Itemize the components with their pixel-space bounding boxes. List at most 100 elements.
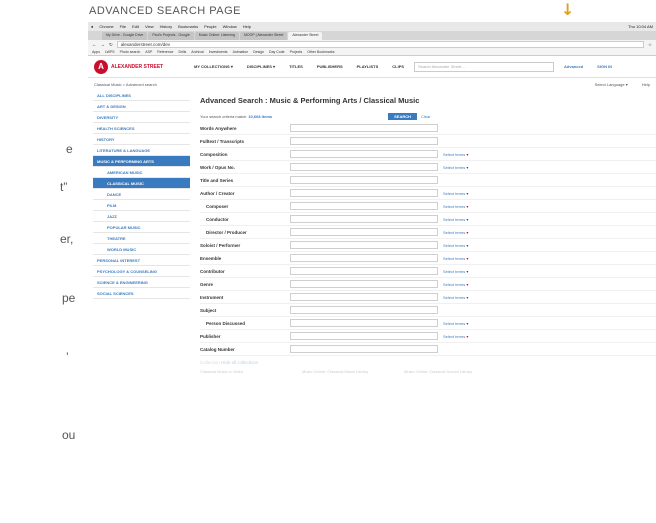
hide-collections-link[interactable]: Hide all collections — [221, 360, 258, 365]
field-input[interactable] — [290, 345, 438, 353]
nav-item[interactable]: PUBLISHERS — [317, 64, 343, 69]
field-input[interactable] — [290, 293, 438, 301]
field-input[interactable] — [290, 306, 438, 314]
bookmark-item[interactable]: Apps — [92, 50, 100, 54]
field-input[interactable] — [290, 241, 438, 249]
field-input[interactable] — [290, 163, 438, 171]
bookmark-item[interactable]: Projects — [290, 50, 303, 54]
sidebar-item[interactable]: JAZZ — [93, 211, 190, 222]
field-input[interactable] — [290, 150, 438, 158]
help-link[interactable]: Help — [642, 82, 650, 87]
nav-item[interactable]: TITLES — [289, 64, 303, 69]
field-input[interactable] — [290, 319, 438, 327]
select-terms-link[interactable]: Select terms ▾ — [443, 204, 468, 209]
field-input[interactable] — [290, 254, 438, 262]
breadcrumb[interactable]: Classical Music > Advanced search — [94, 82, 157, 87]
nav-item[interactable]: MY COLLECTIONS ▾ — [194, 64, 233, 69]
reload-icon[interactable]: ↻ — [109, 42, 113, 48]
sidebar-item[interactable]: SOCIAL SCIENCES — [93, 288, 190, 299]
field-input[interactable] — [290, 267, 438, 275]
field-input[interactable] — [290, 176, 438, 184]
field-input[interactable] — [290, 215, 438, 223]
menu-item[interactable]: People — [204, 24, 216, 29]
star-icon[interactable]: ☆ — [648, 42, 652, 48]
menu-item[interactable]: View — [145, 24, 154, 29]
sidebar-item[interactable]: HISTORY — [93, 134, 190, 145]
bookmark-item[interactable]: Investments — [209, 50, 228, 54]
nav-item[interactable]: DISCIPLINES ▾ — [247, 64, 275, 69]
select-terms-link[interactable]: Select terms ▾ — [443, 191, 468, 196]
select-terms-link[interactable]: Select terms ▾ — [443, 165, 468, 170]
menu-item[interactable]: Window — [223, 24, 237, 29]
clear-link[interactable]: Clear — [421, 114, 431, 119]
sidebar-item[interactable]: ALL DISCIPLINES — [93, 90, 190, 101]
search-button[interactable]: SEARCH — [388, 112, 418, 120]
select-terms-link[interactable]: Select terms ▾ — [443, 243, 468, 248]
bookmark-item[interactable]: Archival — [191, 50, 203, 54]
select-terms-link[interactable]: Select terms ▾ — [443, 282, 468, 287]
select-terms-link[interactable]: Select terms ▾ — [443, 295, 468, 300]
browser-tab[interactable]: My Drive - Google Drive — [102, 32, 148, 40]
collection-option[interactable]: Music Online: Classical Music Library — [302, 369, 392, 374]
bookmark-item[interactable]: Other Bookmarks — [307, 50, 334, 54]
sidebar-item[interactable]: SCIENCE & ENGINEERING — [93, 277, 190, 288]
browser-tab[interactable]: Paul's Projects - Google — [148, 32, 194, 40]
bookmark-item[interactable]: Reference — [157, 50, 173, 54]
apple-icon[interactable]: ● — [91, 24, 93, 29]
menu-item[interactable]: Edit — [132, 24, 139, 29]
browser-tab[interactable]: MOOP | Alexander Street — [239, 32, 288, 40]
sidebar-item[interactable]: ART & DESIGN — [93, 101, 190, 112]
field-input[interactable] — [290, 124, 438, 132]
sidebar-item[interactable]: PERSONAL INTEREST — [93, 255, 190, 266]
select-terms-link[interactable]: Select terms ▾ — [443, 334, 468, 339]
field-input[interactable] — [290, 280, 438, 288]
field-input[interactable] — [290, 202, 438, 210]
sidebar-item[interactable]: LITERATURE & LANGUAGE — [93, 145, 190, 156]
field-input[interactable] — [290, 332, 438, 340]
sidebar-item[interactable]: MUSIC & PERFORMING ARTS — [93, 156, 190, 167]
nav-item[interactable]: CLIPS — [392, 64, 404, 69]
browser-tab[interactable]: Alexander Street — [288, 32, 323, 40]
menu-item[interactable]: Chrome — [99, 24, 113, 29]
bookmark-item[interactable]: Drills — [178, 50, 186, 54]
field-input[interactable] — [290, 228, 438, 236]
back-icon[interactable]: ← — [92, 42, 97, 47]
select-terms-link[interactable]: Select terms ▾ — [443, 269, 468, 274]
field-input[interactable] — [290, 137, 438, 145]
bookmark-item[interactable]: Animation — [233, 50, 249, 54]
select-terms-link[interactable]: Select terms ▾ — [443, 321, 468, 326]
sidebar-item[interactable]: PSYCHOLOGY & COUNSELING — [93, 266, 190, 277]
forward-icon[interactable]: → — [101, 42, 106, 47]
select-terms-link[interactable]: Select terms ▾ — [443, 152, 468, 157]
bookmark-item[interactable]: Design — [253, 50, 264, 54]
bookmark-item[interactable]: LWPS — [105, 50, 115, 54]
collection-option[interactable]: Music Online: Classical Scores Library — [404, 369, 494, 374]
sidebar-item[interactable]: HEALTH SCIENCES — [93, 123, 190, 134]
sidebar-item[interactable]: DIVERSITY — [93, 112, 190, 123]
language-select[interactable]: Select Language ▾ — [595, 82, 628, 87]
bookmark-item[interactable]: Day Code — [269, 50, 285, 54]
nav-item[interactable]: PLAYLISTS — [357, 64, 379, 69]
sidebar-item[interactable]: POPULAR MUSIC — [93, 222, 190, 233]
select-terms-link[interactable]: Select terms ▾ — [443, 230, 468, 235]
collection-option[interactable]: Classical Music in Video — [200, 369, 290, 374]
browser-tab[interactable]: Music Online: Listening — [194, 32, 239, 40]
select-terms-link[interactable]: Select terms ▾ — [443, 256, 468, 261]
sidebar-item[interactable]: CLASSICAL MUSIC — [93, 178, 190, 189]
sidebar-item[interactable]: FILM — [93, 200, 190, 211]
sidebar-item[interactable]: WORLD MUSIC — [93, 244, 190, 255]
sidebar-item[interactable]: AMERICAN MUSIC — [93, 167, 190, 178]
select-terms-link[interactable]: Select terms ▾ — [443, 217, 468, 222]
menu-item[interactable]: Bookmarks — [178, 24, 198, 29]
menu-item[interactable]: Help — [243, 24, 251, 29]
site-logo[interactable]: A ALEXANDER STREET — [94, 59, 186, 74]
advanced-link[interactable]: Advanced — [564, 64, 583, 69]
bookmark-item[interactable]: Photo search — [120, 50, 141, 54]
site-search-input[interactable]: Search Alexander Street... — [414, 61, 555, 72]
menu-item[interactable]: File — [120, 24, 126, 29]
address-input[interactable]: alexanderstreet.com/dev — [116, 41, 644, 48]
bookmark-item[interactable]: ASP — [145, 50, 152, 54]
sidebar-item[interactable]: DANCE — [93, 189, 190, 200]
signin-link[interactable]: SIGN IN — [597, 64, 612, 69]
field-input[interactable] — [290, 189, 438, 197]
